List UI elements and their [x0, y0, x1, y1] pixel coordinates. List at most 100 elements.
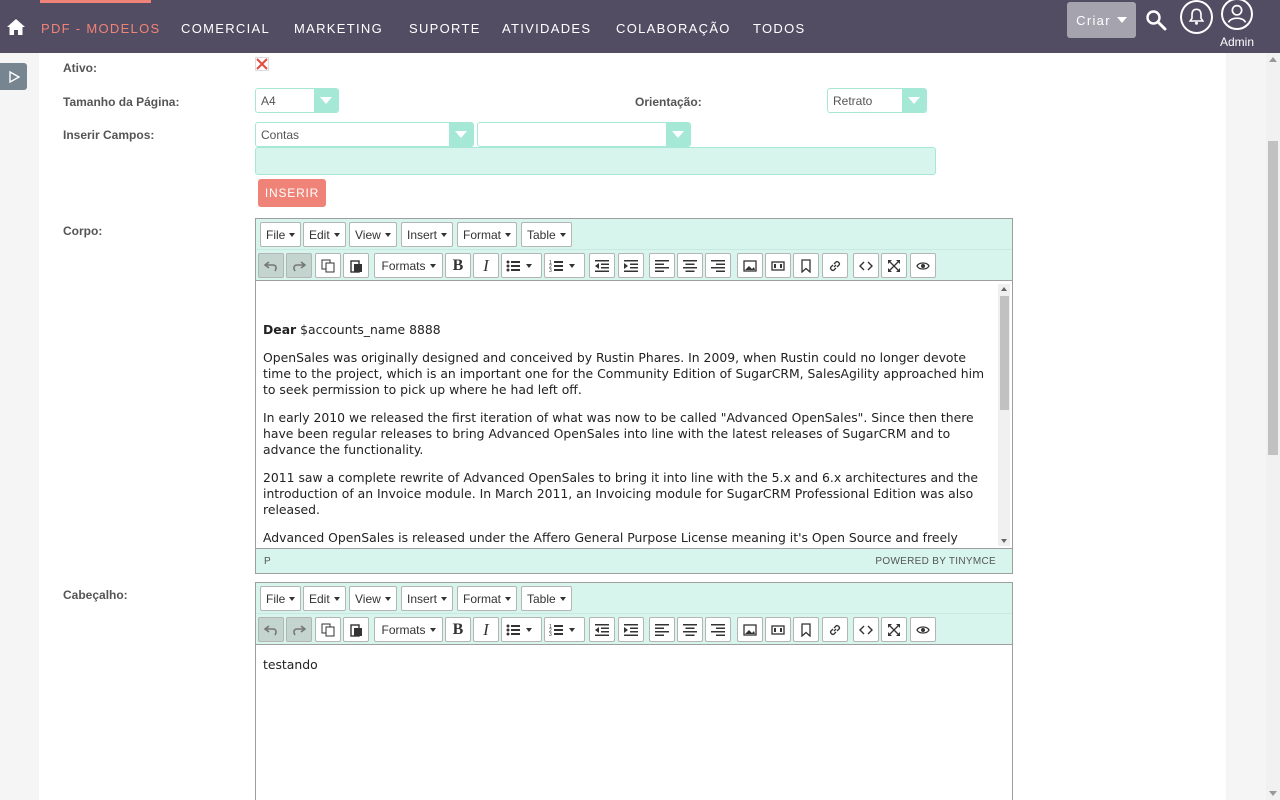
- nav-item-colaboracao[interactable]: COLABORAÇÃO: [616, 21, 731, 36]
- redo-button[interactable]: [286, 253, 312, 278]
- element-path[interactable]: P: [264, 556, 271, 567]
- indent-button[interactable]: [618, 253, 644, 278]
- align-left-button[interactable]: [649, 617, 675, 642]
- align-right-button[interactable]: [705, 253, 731, 278]
- bullet-list-button[interactable]: [501, 617, 542, 642]
- page-scrollbar[interactable]: [1266, 53, 1280, 800]
- paste-button[interactable]: [343, 253, 369, 278]
- insert-link-button[interactable]: [822, 253, 848, 278]
- sidebar-toggle-button[interactable]: [0, 63, 27, 90]
- chevron-down-icon: [666, 123, 690, 146]
- module-select[interactable]: Contas: [255, 122, 474, 147]
- scroll-up-icon[interactable]: [1269, 57, 1277, 62]
- x-mark-icon[interactable]: [255, 57, 269, 71]
- redo-button[interactable]: [286, 617, 312, 642]
- menu-format[interactable]: Format: [457, 222, 518, 247]
- fullscreen-button[interactable]: [881, 617, 907, 642]
- code-icon: [859, 625, 873, 634]
- source-code-button[interactable]: [853, 617, 879, 642]
- svg-text:3: 3: [549, 632, 552, 637]
- menu-edit[interactable]: Edit: [303, 222, 346, 247]
- body-editor-content[interactable]: Dear $accounts_name 8888 OpenSales was o…: [256, 322, 996, 558]
- notifications-button[interactable]: [1180, 0, 1213, 34]
- page-scrollbar-thumb[interactable]: [1268, 141, 1278, 455]
- preview-button[interactable]: [910, 253, 936, 278]
- align-center-icon: [683, 259, 697, 272]
- scrollbar-thumb[interactable]: [1000, 296, 1009, 410]
- align-center-button[interactable]: [677, 617, 703, 642]
- field-select[interactable]: [477, 122, 691, 147]
- field-variable-input[interactable]: [255, 147, 936, 175]
- insert-media-button[interactable]: [765, 617, 791, 642]
- menu-table[interactable]: Table: [521, 586, 572, 611]
- bold-button[interactable]: B: [445, 253, 471, 278]
- powered-by-link[interactable]: POWERED BY TINYMCE: [875, 556, 996, 567]
- align-right-button[interactable]: [705, 617, 731, 642]
- bold-button[interactable]: B: [445, 617, 471, 642]
- insert-link-button[interactable]: [822, 617, 848, 642]
- criar-button[interactable]: Criar: [1067, 2, 1136, 38]
- insert-image-button[interactable]: [737, 253, 763, 278]
- italic-button[interactable]: I: [473, 253, 499, 278]
- menu-insert[interactable]: Insert: [401, 222, 454, 247]
- insert-media-button[interactable]: [765, 253, 791, 278]
- header-editor-content[interactable]: testando: [256, 657, 1012, 685]
- outdent-button[interactable]: [589, 253, 615, 278]
- indent-button[interactable]: [618, 617, 644, 642]
- formats-dropdown[interactable]: Formats: [374, 617, 443, 642]
- nav-item-todos[interactable]: TODOS: [753, 21, 806, 36]
- formats-dropdown[interactable]: Formats: [374, 253, 443, 278]
- outdent-button[interactable]: [589, 617, 615, 642]
- nav-item-marketing[interactable]: MARKETING: [294, 21, 383, 36]
- scroll-up-icon[interactable]: [1001, 287, 1007, 291]
- menu-file[interactable]: File: [260, 586, 302, 611]
- image-icon: [743, 259, 757, 272]
- inserir-button[interactable]: INSERIR: [258, 179, 326, 207]
- menu-view[interactable]: View: [349, 586, 397, 611]
- nav-item-pdf-modelos[interactable]: PDF - MODELOS: [41, 21, 160, 36]
- numbered-list-button[interactable]: 123: [544, 617, 585, 642]
- undo-button[interactable]: [258, 253, 284, 278]
- menu-view[interactable]: View: [349, 222, 397, 247]
- top-navigation-bar: PDF - MODELOS COMERCIAL MARKETING SUPORT…: [0, 0, 1280, 53]
- redo-icon: [293, 260, 306, 271]
- tamanho-pagina-value: A4: [261, 94, 276, 108]
- fullscreen-icon: [888, 259, 900, 272]
- insert-image-button[interactable]: [737, 617, 763, 642]
- greeting-bold: Dear: [263, 322, 297, 337]
- copy-button[interactable]: [315, 253, 341, 278]
- bell-icon: [1188, 8, 1205, 25]
- user-menu-button[interactable]: [1221, 0, 1253, 30]
- orientacao-select[interactable]: Retrato: [827, 88, 927, 113]
- search-icon[interactable]: [1145, 9, 1167, 31]
- align-left-button[interactable]: [649, 253, 675, 278]
- bullet-list-button[interactable]: [501, 253, 542, 278]
- editor-scrollbar[interactable]: [998, 284, 1010, 546]
- scroll-down-icon[interactable]: [1269, 791, 1277, 796]
- menu-table[interactable]: Table: [521, 222, 572, 247]
- tamanho-pagina-select[interactable]: A4: [255, 88, 339, 113]
- nav-item-atividades[interactable]: ATIVIDADES: [502, 21, 591, 36]
- numbered-list-button[interactable]: 123: [544, 253, 585, 278]
- bookmark-button[interactable]: [793, 617, 819, 642]
- copy-button[interactable]: [315, 617, 341, 642]
- preview-button[interactable]: [910, 617, 936, 642]
- admin-label[interactable]: Admin: [1220, 35, 1254, 49]
- bookmark-button[interactable]: [793, 253, 819, 278]
- home-button[interactable]: [0, 0, 32, 53]
- menu-file[interactable]: File: [260, 222, 302, 247]
- menu-format[interactable]: Format: [457, 586, 518, 611]
- nav-item-suporte[interactable]: SUPORTE: [409, 21, 481, 36]
- align-right-icon: [711, 259, 725, 272]
- module-value: Contas: [261, 128, 300, 142]
- fullscreen-button[interactable]: [881, 253, 907, 278]
- nav-item-comercial[interactable]: COMERCIAL: [181, 21, 270, 36]
- undo-button[interactable]: [258, 617, 284, 642]
- align-center-button[interactable]: [677, 253, 703, 278]
- paste-button[interactable]: [343, 617, 369, 642]
- source-code-button[interactable]: [853, 253, 879, 278]
- menu-insert[interactable]: Insert: [401, 586, 454, 611]
- scroll-down-icon[interactable]: [1001, 539, 1007, 543]
- italic-button[interactable]: I: [473, 617, 499, 642]
- menu-edit[interactable]: Edit: [303, 586, 346, 611]
